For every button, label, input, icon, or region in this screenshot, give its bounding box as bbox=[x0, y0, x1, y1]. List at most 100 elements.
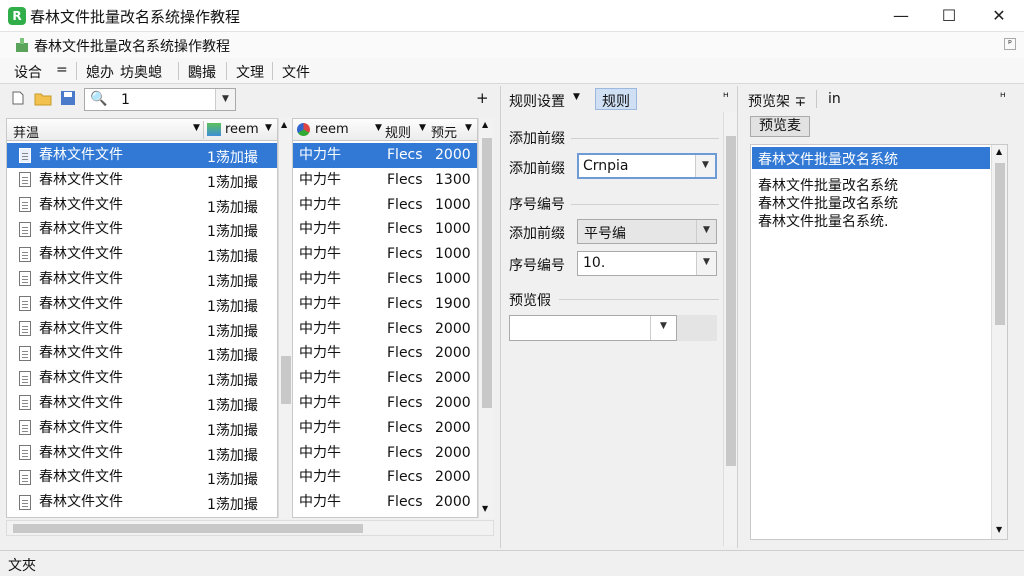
seq-number-combobox[interactable]: 10. ▼ bbox=[577, 251, 717, 276]
table-row[interactable]: 春林文件文件 1荡加撮 bbox=[7, 267, 277, 292]
new-file-icon[interactable] bbox=[10, 90, 26, 110]
file-kind: Flecs bbox=[387, 171, 423, 188]
vertical-scrollbar[interactable]: ▲ bbox=[278, 118, 292, 518]
chevron-down-icon[interactable]: ▼ bbox=[265, 123, 272, 133]
tab-preview[interactable]: 预览架 ∓ bbox=[748, 91, 806, 111]
table-row[interactable]: 中力牛 Flecs 2000 bbox=[293, 490, 477, 515]
tab-rule-settings[interactable]: 规则设置 bbox=[509, 91, 565, 111]
chevron-down-icon[interactable]: ▼ bbox=[193, 123, 200, 133]
table-row[interactable]: 春林文件文件 1荡加撮 bbox=[7, 168, 277, 193]
table-row[interactable]: 中力牛 Flecs 1000 bbox=[293, 217, 477, 242]
table-row[interactable]: 中力牛 Flecs 2000 bbox=[293, 416, 477, 441]
menu-equals[interactable]: = bbox=[56, 62, 68, 78]
menu-divider bbox=[226, 62, 227, 80]
table-row[interactable]: 中力牛 Flecs 2000 bbox=[293, 317, 477, 342]
vertical-scrollbar[interactable] bbox=[723, 112, 737, 546]
scroll-thumb[interactable] bbox=[726, 136, 736, 466]
col-header-size[interactable]: reem bbox=[225, 122, 259, 137]
scroll-up-icon[interactable]: ▲ bbox=[996, 147, 1002, 156]
preview-button[interactable] bbox=[677, 315, 717, 341]
chevron-down-icon[interactable]: ▼ bbox=[375, 123, 382, 133]
table-row[interactable]: 中力牛 Flecs 1000 bbox=[293, 193, 477, 218]
tab-rules[interactable]: 规则 bbox=[595, 88, 637, 110]
scroll-thumb[interactable] bbox=[13, 524, 363, 533]
chevron-down-icon[interactable]: ▼ bbox=[573, 92, 580, 102]
file-type: 中力牛 bbox=[299, 370, 341, 387]
menu-item-3[interactable]: 媳办 bbox=[86, 62, 114, 82]
menu-item-4[interactable]: 坊奥螅 bbox=[120, 62, 162, 82]
table-row[interactable]: 中力牛 Flecs 2000 bbox=[293, 366, 477, 391]
vertical-scrollbar[interactable]: ▲ ▼ bbox=[991, 145, 1007, 539]
seq-type-combobox[interactable]: 平号编 ▼ bbox=[577, 219, 717, 244]
table-row[interactable]: 春林文件文件 1荡加撮 bbox=[7, 441, 277, 466]
table-row[interactable]: 春林文件文件 1荡加撮 bbox=[7, 341, 277, 366]
preview-selected-item[interactable]: 春林文件批量改名系统 bbox=[752, 147, 990, 169]
table-row[interactable]: 中力牛 Flecs 2000 bbox=[293, 341, 477, 366]
file-number: 1000 bbox=[435, 196, 471, 213]
scroll-up-icon[interactable]: ▲ bbox=[482, 120, 488, 129]
scroll-up-icon[interactable]: ▲ bbox=[281, 120, 287, 129]
menu-item-6[interactable]: 文理 bbox=[236, 62, 264, 82]
col-header-rule[interactable]: 规则 bbox=[385, 122, 411, 141]
table-row[interactable]: 中力牛 Flecs 1900 bbox=[293, 292, 477, 317]
add-button[interactable]: + bbox=[476, 89, 489, 107]
scroll-thumb[interactable] bbox=[281, 356, 291, 404]
table-row[interactable]: 春林文件文件 1荡加撮 bbox=[7, 292, 277, 317]
file-size: 1荡加撮 bbox=[207, 199, 258, 216]
col-header-type[interactable]: reem bbox=[315, 122, 349, 137]
table-row[interactable]: 春林文件文件 1荡加撮 bbox=[7, 193, 277, 218]
table-row[interactable]: 中力牛 Flecs 2000 bbox=[293, 465, 477, 490]
minimize-button[interactable]: — bbox=[878, 0, 924, 32]
file-number: 2000 bbox=[435, 320, 471, 337]
chevron-down-icon[interactable]: ▼ bbox=[419, 123, 426, 133]
close-button[interactable]: ✕ bbox=[976, 0, 1022, 32]
pin-icon[interactable]: ᴴ bbox=[1000, 90, 1006, 104]
table-row[interactable]: 中力牛 Flecs 1000 bbox=[293, 267, 477, 292]
tab-secondary[interactable]: in bbox=[828, 91, 841, 107]
chevron-down-icon[interactable]: ▼ bbox=[696, 252, 716, 275]
horizontal-scrollbar[interactable] bbox=[6, 520, 494, 536]
scroll-down-icon[interactable]: ▼ bbox=[996, 525, 1002, 534]
plugin-icon[interactable] bbox=[14, 37, 30, 53]
table-row[interactable]: 春林文件文件 1荡加撮 bbox=[7, 366, 277, 391]
col-header-preview[interactable]: 预元 bbox=[431, 122, 457, 141]
table-row[interactable]: 春林文件文件 1荡加撮 bbox=[7, 490, 277, 515]
chevron-down-icon[interactable]: ▼ bbox=[215, 89, 235, 110]
table-row[interactable]: 中力牛 Flecs 2000 bbox=[293, 143, 477, 168]
prefix-combobox[interactable]: Crnpia ▼ bbox=[577, 153, 717, 179]
table-row[interactable]: 中力牛 Flecs 1000 bbox=[293, 242, 477, 267]
scroll-thumb[interactable] bbox=[482, 138, 492, 408]
col-header-name[interactable]: 荓温 bbox=[13, 122, 39, 141]
chevron-down-icon[interactable]: ▼ bbox=[696, 220, 716, 243]
pin-icon[interactable]: ᴴ bbox=[723, 90, 729, 104]
menu-settings[interactable]: 设合 bbox=[14, 62, 42, 82]
table-row[interactable]: 中力牛 Flecs 2000 bbox=[293, 441, 477, 466]
scroll-down-icon[interactable]: ▼ bbox=[482, 504, 488, 513]
save-icon[interactable] bbox=[60, 90, 76, 110]
preview-button[interactable]: 预览麦 bbox=[750, 116, 810, 137]
menu-item-5[interactable]: 鶠撮 bbox=[188, 62, 216, 82]
chevron-down-icon[interactable]: ▼ bbox=[465, 123, 472, 133]
maximize-button[interactable]: ☐ bbox=[926, 0, 972, 32]
table-row[interactable]: 春林文件文件 1荡加撮 bbox=[7, 317, 277, 342]
table-row[interactable]: 春林文件文件 1荡加撮 bbox=[7, 217, 277, 242]
file-size: 1荡加撮 bbox=[207, 224, 258, 241]
table-row[interactable]: 春林文件文件 1荡加撮 bbox=[7, 242, 277, 267]
file-name-table: 荓温 ▼ reem ▼ 春林文件文件 1荡加撮 春林文件文件 1荡加撮 春林文件文件 1荡… bbox=[6, 118, 278, 518]
table-row[interactable]: 中力牛 Flecs 2000 bbox=[293, 391, 477, 416]
folder-icon[interactable] bbox=[34, 91, 52, 110]
search-combobox[interactable]: 🔍 1 ▼ bbox=[84, 88, 236, 111]
table-row[interactable]: 春林文件文件 1荡加撮 bbox=[7, 143, 277, 168]
table-row[interactable]: 春林文件文件 1荡加撮 bbox=[7, 465, 277, 490]
chevron-down-icon[interactable]: ▼ bbox=[695, 155, 715, 177]
pin-icon[interactable]: ᵖ bbox=[1004, 38, 1016, 50]
menu-file[interactable]: 文件 bbox=[282, 62, 310, 82]
preview-combobox[interactable]: ▼ bbox=[509, 315, 677, 341]
table-row[interactable]: 中力牛 Flecs 1300 bbox=[293, 168, 477, 193]
scroll-thumb[interactable] bbox=[995, 163, 1005, 325]
table-row[interactable]: 春林文件文件 1荡加撮 bbox=[7, 416, 277, 441]
chevron-down-icon[interactable]: ▼ bbox=[650, 316, 676, 340]
vertical-scrollbar[interactable]: ▲ ▼ bbox=[478, 118, 494, 518]
file-number: 1900 bbox=[435, 295, 471, 312]
table-row[interactable]: 春林文件文件 1荡加撮 bbox=[7, 391, 277, 416]
